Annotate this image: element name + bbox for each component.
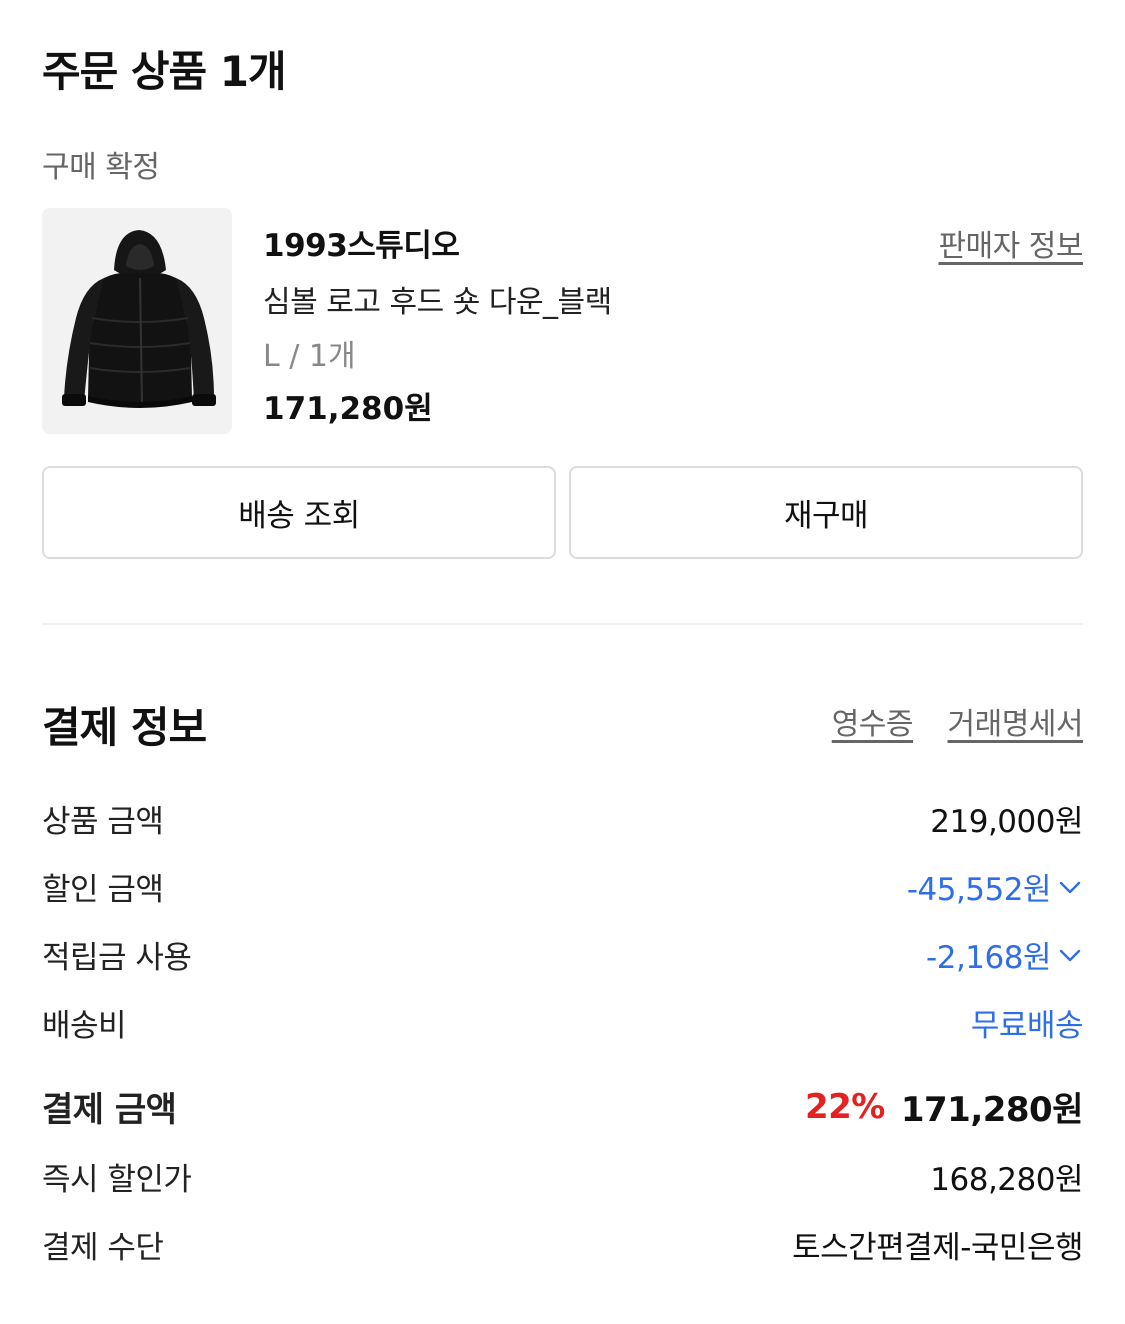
- track-delivery-button[interactable]: 배송 조회: [42, 466, 556, 559]
- seller-info-link[interactable]: 판매자 정보: [938, 221, 1083, 265]
- rebuy-button[interactable]: 재구매: [569, 466, 1083, 559]
- instant-discount-value: 168,280원: [930, 1162, 1083, 1198]
- chevron-down-icon: [1059, 881, 1081, 893]
- points-used-toggle[interactable]: -2,168원: [926, 932, 1083, 977]
- discount-amount-row[interactable]: 할인 금액 -45,552원: [42, 864, 1083, 909]
- order-status: 구매 확정: [42, 150, 160, 185]
- discount-amount-toggle[interactable]: -45,552원: [907, 864, 1083, 909]
- payment-total-row: 결제 금액 22% 171,280원: [42, 1082, 1084, 1131]
- instant-discount-label: 즉시 할인가: [42, 1162, 192, 1198]
- product-amount-label: 상품 금액: [42, 804, 164, 840]
- shipping-fee-row: 배송비 무료배송: [42, 1000, 1084, 1045]
- transaction-statement-link[interactable]: 거래명세서: [948, 699, 1084, 743]
- order-detail-page: 주문 상품 1개 구매 확정 1993스튜디오 심볼 로고 후드 숏 다운_블랙…: [0, 0, 1125, 1324]
- payment-total-amount: 22% 171,280원: [804, 1082, 1084, 1131]
- chevron-down-icon: [1059, 949, 1081, 961]
- payment-method-label: 결제 수단: [42, 1230, 164, 1266]
- order-section-title: 주문 상품 1개: [42, 47, 287, 96]
- product-image[interactable]: [42, 208, 232, 434]
- discount-amount-label: 할인 금액: [42, 872, 164, 908]
- receipt-link[interactable]: 영수증: [832, 699, 914, 743]
- points-used-row[interactable]: 적립금 사용 -2,168원: [42, 932, 1083, 977]
- product-amount-row: 상품 금액 219,000원: [42, 796, 1083, 841]
- discount-percent-badge: 22%: [804, 1086, 885, 1127]
- discount-amount-value: -45,552원: [906, 872, 1052, 908]
- points-used-label: 적립금 사용: [42, 940, 192, 976]
- product-price: 171,280원: [263, 391, 433, 427]
- instant-discount-row: 즉시 할인가 168,280원: [42, 1154, 1083, 1199]
- shipping-fee-label: 배송비: [42, 1008, 127, 1044]
- payment-section-title: 결제 정보: [42, 703, 207, 752]
- product-option: L / 1개: [263, 339, 356, 374]
- payment-method-row: 결제 수단 토스간편결제-국민은행: [42, 1222, 1083, 1267]
- product-name[interactable]: 심볼 로고 후드 숏 다운_블랙: [263, 277, 612, 321]
- product-brand[interactable]: 1993스튜디오: [263, 220, 460, 265]
- points-used-value: -2,168원: [926, 940, 1051, 976]
- product-amount-value: 219,000원: [930, 804, 1083, 840]
- payment-total-label: 결제 금액: [42, 1090, 177, 1130]
- payment-method-value: 토스간편결제-국민은행: [792, 1230, 1083, 1266]
- section-divider: [42, 623, 1083, 625]
- shipping-fee-value: 무료배송: [970, 1008, 1084, 1044]
- payment-total-value: 171,280원: [900, 1090, 1084, 1130]
- black-puffer-jacket-icon: [42, 208, 232, 434]
